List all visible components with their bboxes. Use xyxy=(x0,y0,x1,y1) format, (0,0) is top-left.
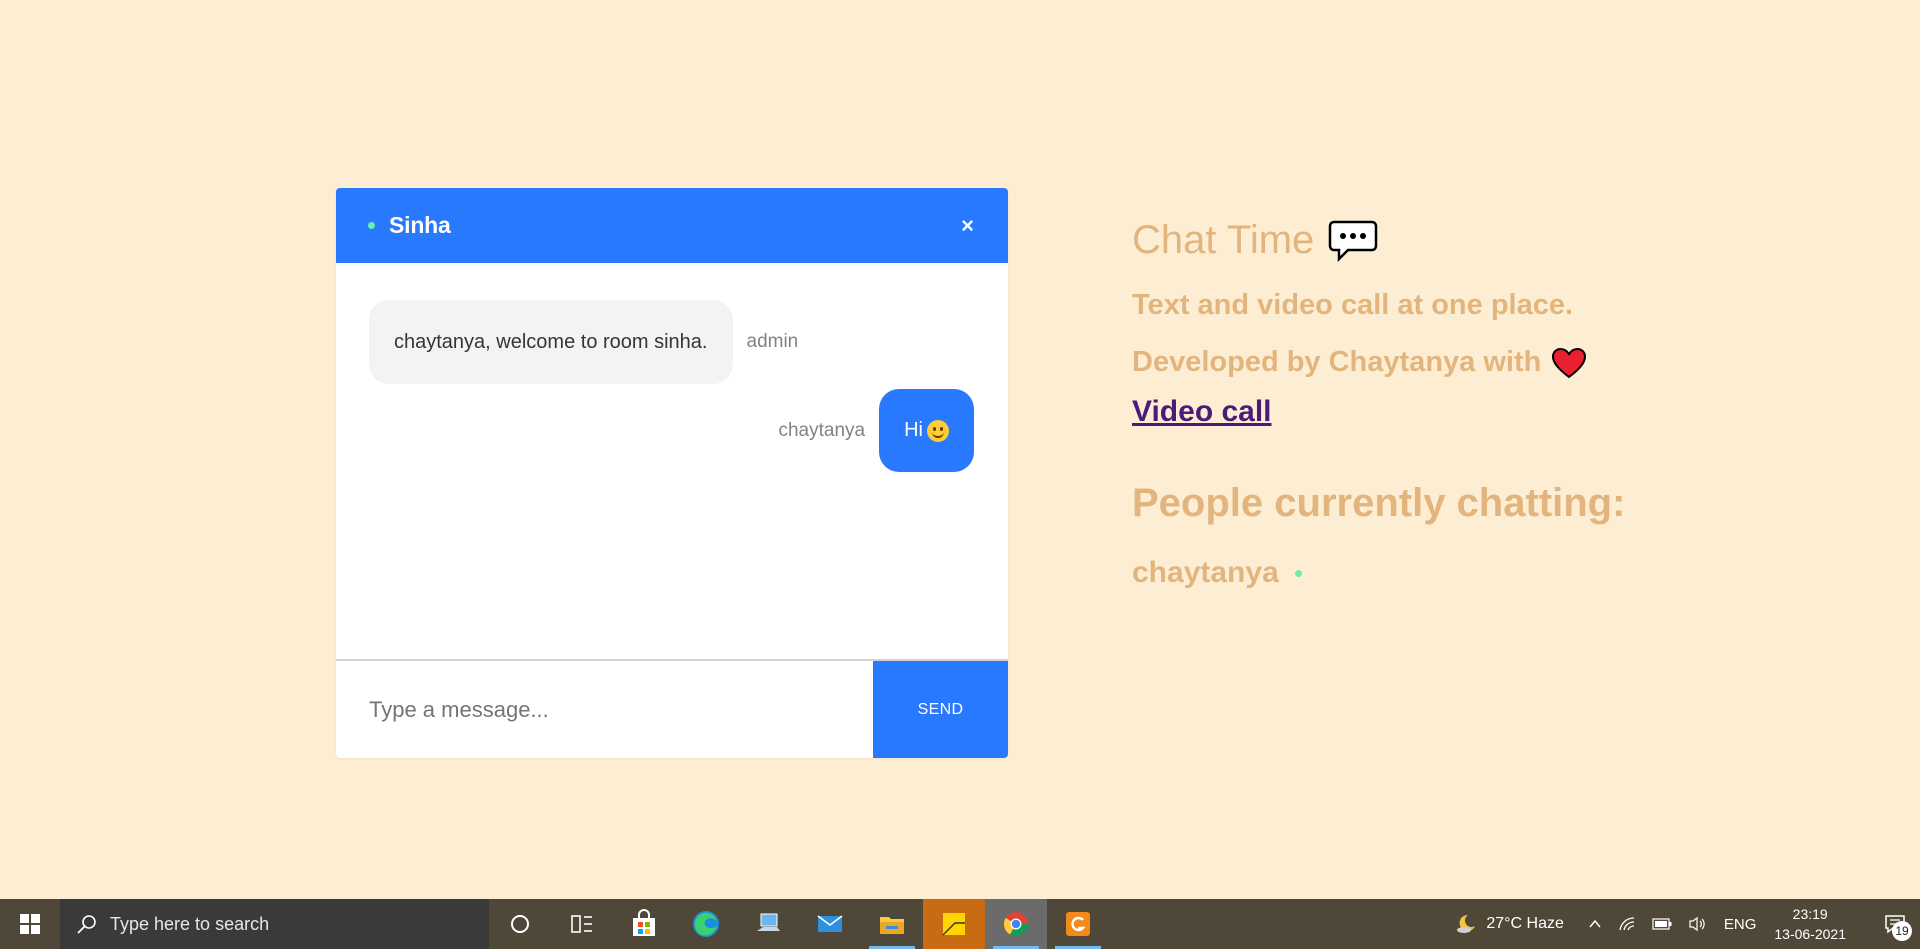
notification-center-button[interactable]: 19 xyxy=(1870,899,1920,949)
system-icons xyxy=(1588,916,1706,932)
chat-window: Sinha × chaytanya, welcome to room sinha… xyxy=(336,188,1008,758)
windows-taskbar: Type here to search 27°C Haze ENG 23:19 … xyxy=(0,899,1920,949)
taskbar-app-store[interactable] xyxy=(613,899,675,949)
message-sender: admin xyxy=(746,331,799,352)
battery-icon[interactable] xyxy=(1652,918,1672,930)
mail-icon xyxy=(817,915,843,932)
taskbar-app-chrome[interactable] xyxy=(985,899,1047,949)
messages-container[interactable]: chaytanya, welcome to room sinha. admin … xyxy=(336,263,1008,659)
online-status-dot xyxy=(368,222,375,229)
cortana-button[interactable] xyxy=(489,899,551,949)
close-button[interactable]: × xyxy=(961,213,974,239)
orange-app-icon xyxy=(1066,912,1090,936)
weather-text: 27°C Haze xyxy=(1486,915,1564,932)
speech-bubble-icon xyxy=(1329,220,1378,262)
people-chatting-heading: People currently chatting: xyxy=(1132,481,1626,525)
store-bag-icon xyxy=(633,909,655,936)
taskbar-app-edge[interactable] xyxy=(675,899,737,949)
input-language[interactable]: ENG xyxy=(1724,916,1757,933)
windows-start-button[interactable] xyxy=(0,899,60,949)
chat-header: Sinha × xyxy=(336,188,1008,263)
message-text: Hi xyxy=(904,419,923,441)
search-icon xyxy=(77,915,96,934)
moon-cloud-icon xyxy=(1457,914,1476,933)
task-view-button[interactable] xyxy=(551,899,613,949)
chevron-up-icon[interactable] xyxy=(1588,917,1602,931)
sticky-notes-icon xyxy=(942,913,965,936)
wifi-icon[interactable] xyxy=(1618,916,1636,932)
online-status-dot xyxy=(1294,569,1302,577)
person-name: chaytanya xyxy=(1132,556,1279,589)
people-list-item: chaytanya xyxy=(1132,556,1625,590)
taskbar-app-laptop[interactable] xyxy=(737,899,799,949)
weather-widget[interactable]: 27°C Haze xyxy=(1454,912,1564,936)
message-input[interactable] xyxy=(336,661,873,758)
send-button[interactable]: SEND xyxy=(873,661,1008,758)
developed-by-row: Developed by Chaytanya with xyxy=(1132,346,1625,379)
taskbar-app-sticky-notes[interactable] xyxy=(923,899,985,949)
folder-icon xyxy=(880,917,904,934)
system-tray: 27°C Haze ENG 23:19 13-06-2021 19 xyxy=(1454,899,1920,949)
search-placeholder: Type here to search xyxy=(110,913,270,934)
video-call-link[interactable]: Video call xyxy=(1132,395,1272,429)
laptop-icon xyxy=(757,913,780,931)
heart-icon xyxy=(1552,347,1587,378)
chrome-browser-icon xyxy=(1003,912,1028,937)
notification-count-badge: 19 xyxy=(1892,921,1912,941)
taskbar-search-box[interactable]: Type here to search xyxy=(60,899,489,949)
info-title-row: Chat Time xyxy=(1132,218,1625,263)
message-sender: chaytanya xyxy=(778,419,866,441)
message-text: chaytanya, welcome to room sinha. xyxy=(394,330,708,353)
developed-by-text: Developed by Chaytanya with xyxy=(1132,346,1542,378)
clock-date: 13-06-2021 xyxy=(1774,926,1846,942)
app-title: Chat Time xyxy=(1132,218,1315,262)
message-row: chaytanya Hi xyxy=(369,389,974,472)
speaker-icon[interactable] xyxy=(1688,916,1706,932)
message-bubble: Hi xyxy=(879,389,974,472)
taskbar-app-file-explorer[interactable] xyxy=(861,899,923,949)
tagline: Text and video call at one place. xyxy=(1132,289,1574,321)
message-bubble: chaytanya, welcome to room sinha. xyxy=(369,300,733,384)
taskbar-clock[interactable]: 23:19 13-06-2021 xyxy=(1774,904,1846,944)
room-name: Sinha xyxy=(389,212,451,238)
task-view-icon xyxy=(571,915,592,933)
taskbar-app-orange[interactable] xyxy=(1047,899,1109,949)
cortana-circle-icon xyxy=(511,915,529,933)
taskbar-app-mail[interactable] xyxy=(799,899,861,949)
message-row: chaytanya, welcome to room sinha. admin xyxy=(369,300,974,384)
info-panel: Chat Time Text and video call at one pla… xyxy=(1132,218,1625,590)
message-composer: SEND xyxy=(336,659,1008,758)
windows-logo-icon xyxy=(20,914,40,934)
edge-browser-icon xyxy=(693,911,719,937)
clock-time: 23:19 xyxy=(1792,906,1828,922)
smile-emoji-icon xyxy=(927,419,949,442)
